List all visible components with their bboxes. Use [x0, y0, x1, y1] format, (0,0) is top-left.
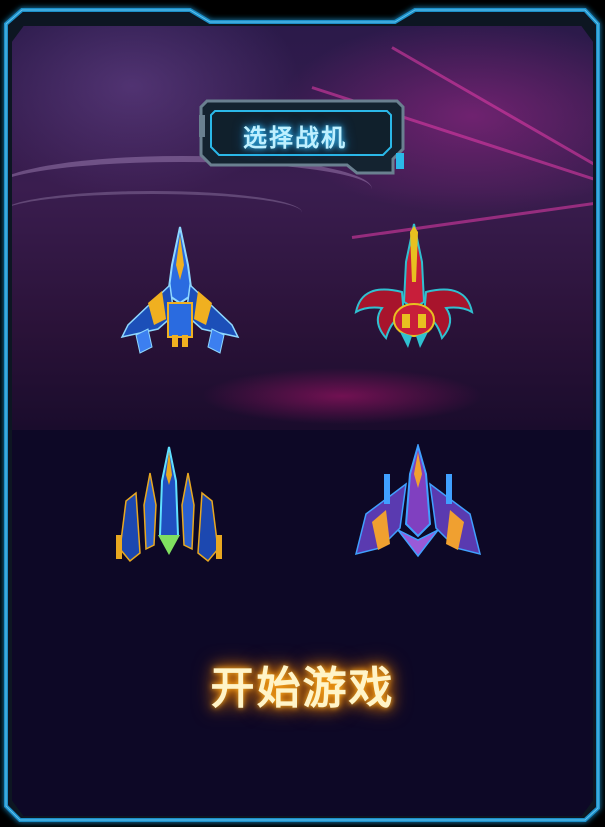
lower-background	[12, 430, 593, 816]
fighter-ship-2[interactable]	[352, 222, 476, 354]
selection-panel: 选择战机 开始游戏	[0, 0, 605, 827]
start-game-button[interactable]: 开始游戏	[150, 652, 455, 716]
arena-background	[12, 26, 593, 430]
neon-stripe	[391, 46, 593, 169]
fighter-ship-1[interactable]	[118, 225, 242, 355]
fighter-ship-4[interactable]	[352, 444, 484, 562]
fighter-ship-3[interactable]	[110, 445, 228, 567]
screen-title: 选择战机	[243, 124, 347, 152]
